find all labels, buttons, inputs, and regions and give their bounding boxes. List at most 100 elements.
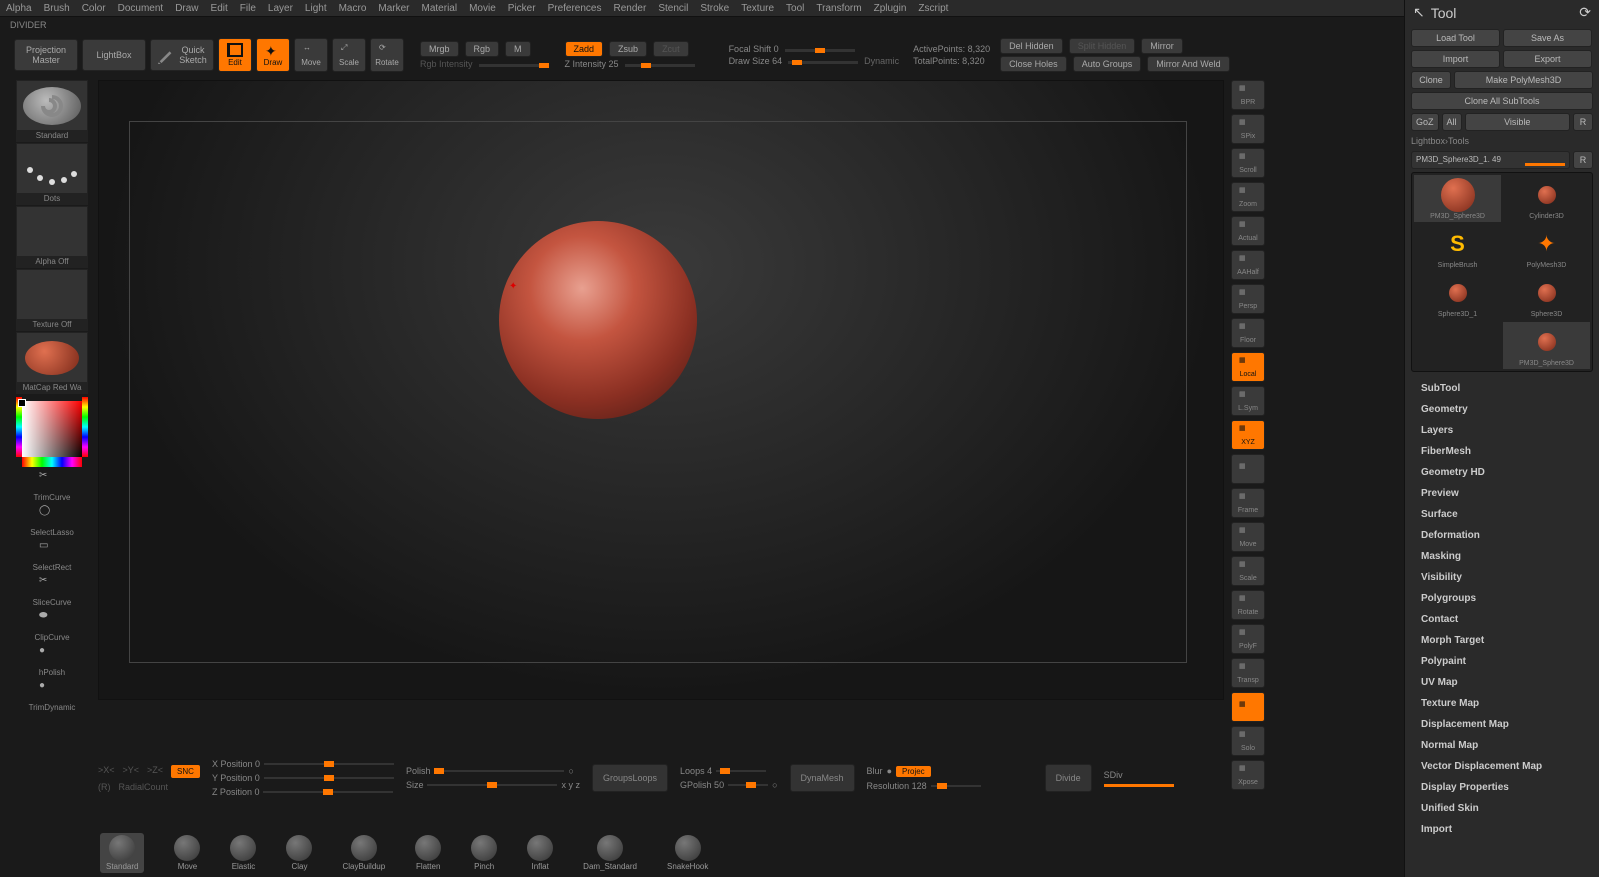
snc-button[interactable]: SNC <box>171 765 200 778</box>
projection-master-button[interactable]: Projection Master <box>14 39 78 71</box>
section-texture-map[interactable]: Texture Map <box>1415 696 1589 711</box>
section-displacement-map[interactable]: Displacement Map <box>1415 717 1589 732</box>
brush-inflat[interactable]: Inflat <box>527 835 553 871</box>
groups-loops-button[interactable]: GroupsLoops <box>592 764 668 792</box>
polish-slider[interactable] <box>434 770 564 772</box>
section-normal-map[interactable]: Normal Map <box>1415 738 1589 753</box>
nav-floor-button[interactable]: ▦Floor <box>1231 318 1265 348</box>
gpolish-slider[interactable] <box>728 784 768 786</box>
tool-sphere3d-1[interactable]: Sphere3D_1 <box>1414 273 1501 320</box>
z-intensity-slider[interactable] <box>625 64 695 67</box>
selectlasso-tool[interactable]: ◯SelectLasso <box>14 505 90 537</box>
canvas-viewport[interactable]: ✦ <box>98 80 1224 700</box>
section-visibility[interactable]: Visibility <box>1415 570 1589 585</box>
sdiv-slider[interactable] <box>1104 784 1174 787</box>
section-polypaint[interactable]: Polypaint <box>1415 654 1589 669</box>
zsub-button[interactable]: Zsub <box>609 41 647 57</box>
brush-elastic[interactable]: Elastic <box>230 835 256 871</box>
nav-zoom-button[interactable]: ▦Zoom <box>1231 182 1265 212</box>
del-hidden-button[interactable]: Del Hidden <box>1000 38 1063 54</box>
menu-transform[interactable]: Transform <box>816 3 861 14</box>
section-geometry-hd[interactable]: Geometry HD <box>1415 465 1589 480</box>
menu-layer[interactable]: Layer <box>268 3 293 14</box>
current-tool-field[interactable]: PM3D_Sphere3D_1. 49 <box>1411 151 1570 169</box>
menu-light[interactable]: Light <box>305 3 327 14</box>
menu-texture[interactable]: Texture <box>741 3 774 14</box>
menu-color[interactable]: Color <box>82 3 106 14</box>
dynamesh-button[interactable]: DynaMesh <box>790 764 855 792</box>
zcut-button[interactable]: Zcut <box>653 41 689 57</box>
section-contact[interactable]: Contact <box>1415 612 1589 627</box>
draw-size-slider[interactable] <box>788 61 858 64</box>
menu-edit[interactable]: Edit <box>211 3 228 14</box>
tool-cylinder3d[interactable]: Cylinder3D <box>1503 175 1590 222</box>
divide-button[interactable]: Divide <box>1045 764 1092 792</box>
y-position-slider[interactable] <box>264 777 394 779</box>
nav-scroll-button[interactable]: ▦Scroll <box>1231 148 1265 178</box>
move-mode-button[interactable]: ↔Move <box>294 38 328 72</box>
selectrect-tool[interactable]: ▭SelectRect <box>14 540 90 572</box>
brush-clay[interactable]: Clay <box>286 835 312 871</box>
radial-r[interactable]: (R) <box>98 782 111 792</box>
x-position-slider[interactable] <box>264 763 394 765</box>
load-tool-button[interactable]: Load Tool <box>1411 29 1500 47</box>
alpha-slot[interactable]: Alpha Off <box>16 206 88 268</box>
mirror-button[interactable]: Mirror <box>1141 38 1183 54</box>
section-morph-target[interactable]: Morph Target <box>1415 633 1589 648</box>
edit-mode-button[interactable]: Edit <box>218 38 252 72</box>
menu-marker[interactable]: Marker <box>378 3 409 14</box>
mirror-and-weld-button[interactable]: Mirror And Weld <box>1147 56 1229 72</box>
nav-actual-button[interactable]: ▦Actual <box>1231 216 1265 246</box>
quick-sketch-button[interactable]: Quick Sketch <box>150 39 214 71</box>
close-holes-button[interactable]: Close Holes <box>1000 56 1067 72</box>
lightbox-crumb[interactable]: Lightbox›Tools <box>1411 134 1593 148</box>
section-unified-skin[interactable]: Unified Skin <box>1415 801 1589 816</box>
section-layers[interactable]: Layers <box>1415 423 1589 438</box>
nav-item18-button[interactable]: ▦ <box>1231 692 1265 722</box>
sphere-mesh[interactable] <box>499 221 697 419</box>
brush-snakehook[interactable]: SnakeHook <box>667 835 708 871</box>
zadd-button[interactable]: Zadd <box>565 41 604 57</box>
nav-bpr-button[interactable]: ▦BPR <box>1231 80 1265 110</box>
nav-frame-button[interactable]: ▦Frame <box>1231 488 1265 518</box>
size-slider[interactable] <box>427 784 557 786</box>
goz-all-button[interactable]: All <box>1442 113 1462 131</box>
clipcurve-tool[interactable]: ⬬ClipCurve <box>14 610 90 642</box>
export-button[interactable]: Export <box>1503 50 1592 68</box>
goz-r-button[interactable]: R <box>1573 113 1593 131</box>
nav-item11-button[interactable]: ▦ <box>1231 454 1265 484</box>
menu-preferences[interactable]: Preferences <box>548 3 602 14</box>
menu-tool[interactable]: Tool <box>786 3 804 14</box>
menu-zplugin[interactable]: Zplugin <box>874 3 907 14</box>
scale-mode-button[interactable]: ⤢Scale <box>332 38 366 72</box>
rgb-intensity-slider[interactable] <box>479 64 549 67</box>
refresh-icon[interactable]: ⟳ <box>1579 4 1591 21</box>
dynamic-label[interactable]: Dynamic <box>864 56 899 66</box>
texture-slot[interactable]: Texture Off <box>16 269 88 331</box>
focal-shift-slider[interactable] <box>785 49 855 52</box>
nav-scale-button[interactable]: ▦Scale <box>1231 556 1265 586</box>
brush-standard[interactable]: Standard <box>100 833 144 873</box>
tool-sphere3d[interactable]: Sphere3D <box>1503 273 1590 320</box>
import-button[interactable]: Import <box>1411 50 1500 68</box>
draw-mode-button[interactable]: ✦Draw <box>256 38 290 72</box>
menu-file[interactable]: File <box>240 3 256 14</box>
nav-polyf-button[interactable]: ▦PolyF <box>1231 624 1265 654</box>
menu-brush[interactable]: Brush <box>44 3 70 14</box>
tool-pm3d-sphere3d[interactable]: PM3D_Sphere3D <box>1503 322 1590 369</box>
tool-empty[interactable] <box>1414 322 1501 369</box>
section-display-properties[interactable]: Display Properties <box>1415 780 1589 795</box>
resolution-slider[interactable] <box>931 785 981 787</box>
nav-persp-button[interactable]: ▦Persp <box>1231 284 1265 314</box>
menu-movie[interactable]: Movie <box>469 3 496 14</box>
brush-pinch[interactable]: Pinch <box>471 835 497 871</box>
nav-transp-button[interactable]: ▦Transp <box>1231 658 1265 688</box>
slicecurve-tool[interactable]: ✂SliceCurve <box>14 575 90 607</box>
section-preview[interactable]: Preview <box>1415 486 1589 501</box>
clone-all-subtools-button[interactable]: Clone All SubTools <box>1411 92 1593 110</box>
section-polygroups[interactable]: Polygroups <box>1415 591 1589 606</box>
tool-pm3d-sphere[interactable]: PM3D_Sphere3D <box>1414 175 1501 222</box>
material-slot[interactable]: MatCap Red Wa <box>16 332 88 394</box>
section-deformation[interactable]: Deformation <box>1415 528 1589 543</box>
save-as-button[interactable]: Save As <box>1503 29 1592 47</box>
